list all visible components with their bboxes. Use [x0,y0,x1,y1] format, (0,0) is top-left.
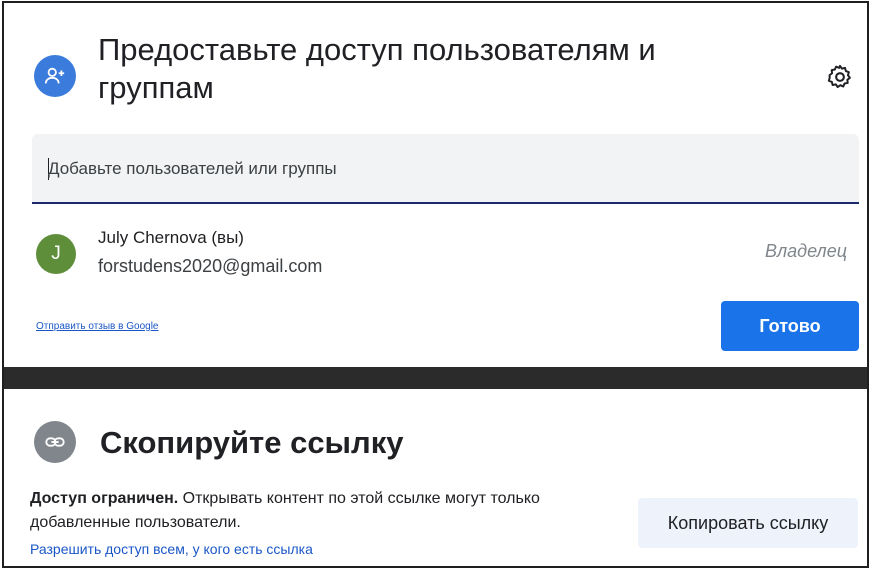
share-dialog-title: Предоставьте доступ пользователям и груп… [98,32,656,105]
share-dialog: Предоставьте доступ пользователям и груп… [4,3,867,365]
avatar: J [36,234,76,274]
add-people-input[interactable] [48,154,828,184]
access-description: Доступ ограничен. Открывать контент по э… [30,487,590,535]
link-icon [34,421,76,463]
done-button[interactable]: Готово [721,301,859,351]
allow-anyone-link[interactable]: Разрешить доступ всем, у кого есть ссылк… [30,541,313,557]
section-divider [4,367,867,389]
copy-link-button[interactable]: Копировать ссылку [638,498,858,548]
copy-link-title: Скопируйте ссылку [100,425,404,460]
person-add-icon [34,55,76,97]
send-feedback-link[interactable]: Отправить отзыв в Google [36,321,159,332]
user-name: July Chernova (вы) [98,228,244,247]
sharing-window: Предоставьте доступ пользователям и груп… [2,1,869,568]
gear-icon[interactable] [822,59,858,95]
copy-link-card: Скопируйте ссылку Доступ ограничен. Откр… [4,389,867,566]
add-people-field[interactable] [32,134,859,204]
user-role: Владелец [765,241,847,261]
access-status: Доступ ограничен. [30,490,179,507]
user-email: forstudens2020@gmail.com [98,256,323,276]
